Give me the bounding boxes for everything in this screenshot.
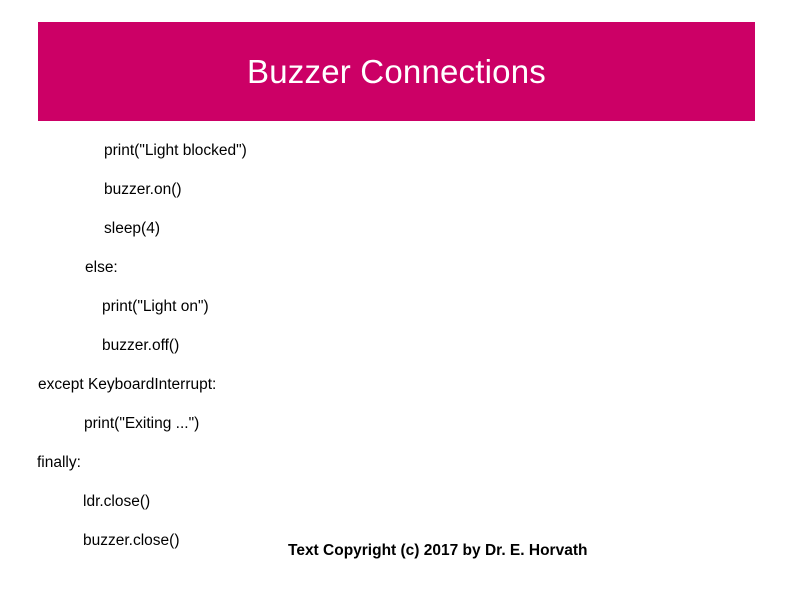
slide-canvas: Buzzer Connections print("Light blocked"… xyxy=(0,0,794,595)
code-line: buzzer.on() xyxy=(104,181,182,198)
code-line: finally: xyxy=(37,454,81,471)
code-line: print("Light on") xyxy=(102,298,209,315)
code-line: print("Exiting ...") xyxy=(84,415,200,432)
code-line: print("Light blocked") xyxy=(104,142,247,159)
code-line: ldr.close() xyxy=(83,493,151,510)
title-banner: Buzzer Connections xyxy=(38,22,755,121)
code-block: print("Light blocked") buzzer.on() sleep… xyxy=(0,131,794,560)
code-line: sleep(4) xyxy=(104,220,160,237)
page-title: Buzzer Connections xyxy=(247,53,546,90)
copyright-notice: Text Copyright (c) 2017 by Dr. E. Horvat… xyxy=(288,542,588,559)
code-line: except KeyboardInterrupt: xyxy=(38,376,217,393)
code-line: else: xyxy=(85,259,118,276)
code-line: buzzer.off() xyxy=(102,337,180,354)
